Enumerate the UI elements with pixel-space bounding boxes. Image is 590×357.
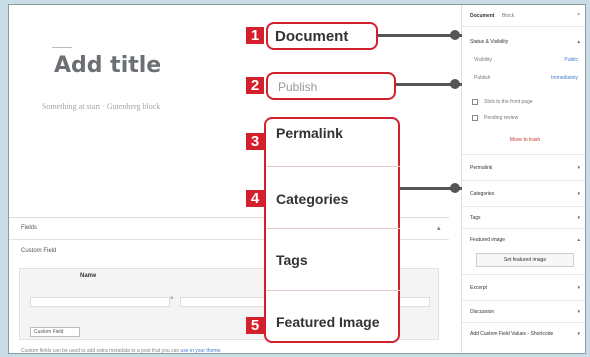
callout-label-featured-image: Featured Image — [276, 314, 380, 330]
add-custom-field-button[interactable]: Custom Field — [30, 327, 80, 337]
sidebar-item-acf[interactable]: Add Custom Field Values - Shortcode ▾ — [462, 323, 585, 353]
visibility-label: Visibility — [474, 57, 492, 63]
callout-publish: Publish — [266, 72, 396, 100]
title-divider — [52, 47, 72, 48]
sidebar-tabs: Document Block × — [462, 5, 585, 27]
connector-dot — [450, 183, 460, 193]
callout-label-categories: Categories — [276, 191, 349, 207]
callout-label-permalink: Permalink — [276, 125, 343, 141]
close-icon[interactable]: × — [170, 296, 174, 302]
chevron-down-icon: ▾ — [577, 191, 580, 197]
sidebar-item-label: Discussion — [470, 309, 495, 315]
tab-block[interactable]: Block — [502, 13, 514, 19]
sidebar-item-label: Categories — [470, 191, 495, 197]
move-to-trash-button[interactable]: Move to trash — [482, 137, 568, 143]
sidebar-item-label: Permalink — [470, 165, 493, 171]
callout-number-badge: 4 — [246, 190, 264, 207]
callout-label: Publish — [278, 80, 318, 94]
paragraph-block[interactable]: Something at start · Gutenberg block — [42, 102, 160, 111]
sidebar-item-label: Add Custom Field Values - Shortcode — [470, 331, 554, 337]
callout-separator — [266, 290, 400, 291]
callout-number-badge: 1 — [246, 27, 264, 44]
tab-document[interactable]: Document — [470, 13, 494, 19]
sidebar-item-label: Tags — [470, 215, 481, 221]
callout-post-settings — [264, 117, 400, 343]
callout-document: Document — [266, 22, 378, 50]
status-visibility-panel: Status & Visibility ▴ Visibility Public … — [462, 27, 585, 155]
chevron-down-icon: ▾ — [577, 165, 580, 171]
column-header-name: Name — [80, 273, 97, 279]
sidebar-item-categories[interactable]: Categories ▾ — [462, 181, 585, 207]
chevron-down-icon: ▾ — [577, 285, 580, 291]
publish-value[interactable]: Immediately — [551, 75, 578, 81]
callout-label: Document — [275, 28, 349, 45]
callout-label-tags: Tags — [276, 252, 308, 268]
chevron-down-icon: ▾ — [577, 309, 580, 315]
help-text: Custom fields can be used to add extra m… — [21, 348, 180, 354]
chevron-up-icon[interactable]: ▴ — [577, 237, 580, 243]
connector-dot — [450, 30, 460, 40]
close-icon[interactable]: × — [577, 12, 580, 18]
sidebar-item-tags[interactable]: Tags ▾ — [462, 207, 585, 229]
set-featured-image-button[interactable]: Set featured image — [476, 253, 574, 267]
post-title-input[interactable]: Add title — [54, 53, 161, 78]
pending-checkbox[interactable] — [472, 115, 478, 121]
chevron-down-icon: ▾ — [577, 215, 580, 221]
publish-label: Publish — [474, 75, 491, 81]
sidebar-item-label[interactable]: Featured image — [470, 237, 505, 243]
callout-separator — [266, 166, 400, 167]
chevron-up-icon[interactable]: ▴ — [577, 39, 580, 45]
callout-separator — [266, 228, 400, 229]
chevron-up-icon[interactable]: ▴ — [437, 224, 441, 232]
pending-label: Pending review — [484, 115, 519, 121]
stick-checkbox[interactable] — [472, 99, 478, 105]
field-name-input[interactable] — [30, 297, 170, 307]
visibility-value[interactable]: Public — [564, 57, 578, 63]
sidebar-item-permalink[interactable]: Permalink ▾ — [462, 155, 585, 181]
connector-dot — [450, 79, 460, 89]
stick-label: Stick to the front page — [484, 99, 533, 105]
chevron-down-icon: ▾ — [577, 331, 580, 337]
help-link[interactable]: use in your theme. — [181, 348, 222, 353]
custom-field-subtitle: Custom Field — [21, 248, 57, 254]
status-section-title[interactable]: Status & Visibility — [470, 39, 508, 45]
sidebar-item-discussion[interactable]: Discussion ▾ — [462, 301, 585, 323]
sidebar-item-label: Excerpt — [470, 285, 487, 291]
callout-number-badge: 3 — [246, 133, 264, 150]
sidebar-item-excerpt[interactable]: Excerpt ▾ — [462, 275, 585, 301]
custom-fields-help: Custom fields can be used to add extra m… — [21, 348, 222, 354]
custom-fields-title: Fields — [21, 225, 38, 231]
sidebar-item-featured-image: Featured image ▴ Set featured image — [462, 229, 585, 275]
callout-number-badge: 2 — [246, 77, 264, 94]
callout-number-badge: 5 — [246, 317, 264, 334]
settings-sidebar: Document Block × Status & Visibility ▴ V… — [461, 5, 585, 353]
